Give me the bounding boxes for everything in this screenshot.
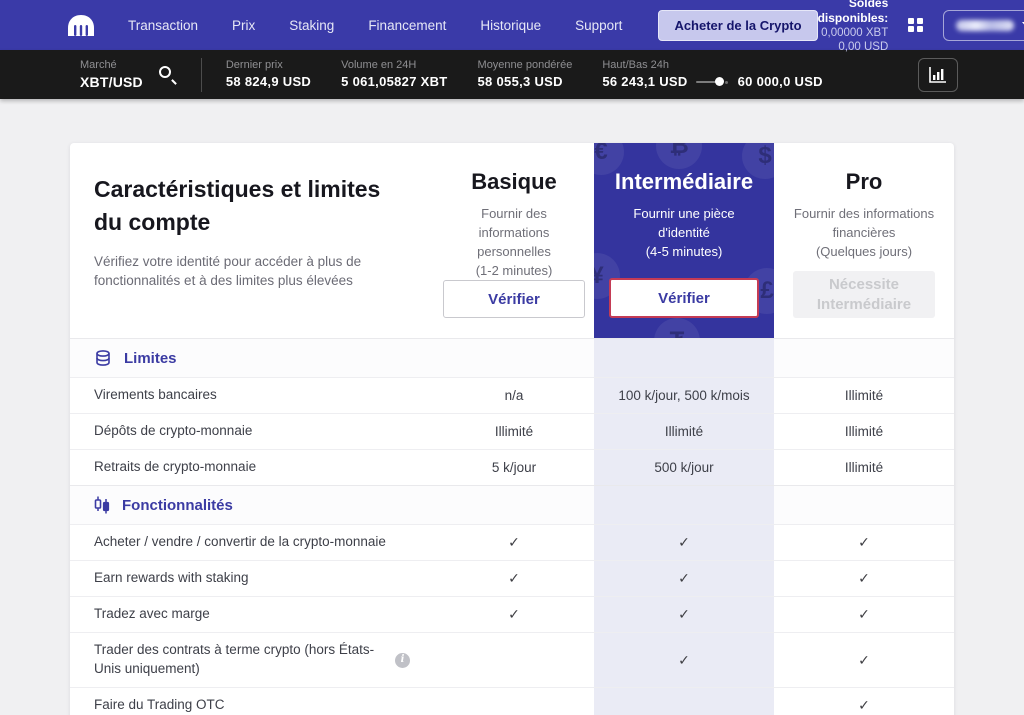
chart-view-button[interactable] bbox=[918, 57, 958, 92]
value-pro: Illimité bbox=[844, 424, 884, 440]
stat-last-price: Dernier prix 58 824,9 USD bbox=[225, 59, 312, 90]
balances-label: Soldes disponibles: bbox=[817, 0, 889, 25]
balance-usd: 0,00 USD bbox=[838, 41, 889, 53]
check-basique: ✓ bbox=[508, 570, 520, 587]
account-tiers-card: Caractéristiques et limites du compte Vé… bbox=[70, 143, 954, 715]
row-label: Acheter / vendre / convertir de la crypt… bbox=[94, 534, 386, 550]
table-row-otc: Faire du Trading OTC ✓ bbox=[70, 687, 954, 715]
market-pair: XBT/USD bbox=[80, 73, 143, 90]
market-ticker-bar: Marché XBT/USD Dernier prix 58 824,9 USD… bbox=[0, 50, 1024, 99]
stat-high-low-24h: Haut/Bas 24h 56 243,1 USD 60 000,0 USD bbox=[602, 59, 823, 90]
available-balances: Soldes disponibles: 0,00000 XBT 0,00 USD bbox=[818, 0, 889, 54]
row-label: Trader des contrats à terme crypto (hors… bbox=[94, 642, 375, 677]
value-intermediaire: 100 k/jour, 500 k/mois bbox=[594, 378, 774, 414]
search-icon[interactable] bbox=[158, 65, 177, 85]
table-row-depots: Dépôts de crypto-monnaie Illimité Illimi… bbox=[70, 413, 954, 450]
value-basique: Illimité bbox=[494, 424, 534, 440]
nav-item-staking[interactable]: Staking bbox=[289, 18, 334, 33]
nav-item-financement[interactable]: Financement bbox=[368, 18, 446, 33]
section-limites: Limites bbox=[70, 338, 954, 378]
check-intermediaire: ✓ bbox=[594, 633, 774, 688]
high-value: 60 000,0 USD bbox=[737, 74, 823, 90]
market-pair-selector[interactable]: Marché XBT/USD bbox=[80, 58, 143, 90]
main-nav: Transaction Prix Staking Financement His… bbox=[128, 18, 622, 33]
page-subtitle: Vérifiez votre identité pour accéder à p… bbox=[94, 253, 362, 289]
top-navigation: Transaction Prix Staking Financement His… bbox=[0, 0, 1024, 53]
page-title: Caractéristiques et limites du compte bbox=[94, 176, 381, 236]
row-label: Retraits de crypto-monnaie bbox=[94, 459, 257, 475]
account-menu-button[interactable] bbox=[942, 9, 1024, 41]
check-pro: ✓ bbox=[858, 651, 870, 668]
nav-item-transaction[interactable]: Transaction bbox=[128, 18, 198, 33]
verify-intermediaire-button[interactable]: Vérifier bbox=[609, 278, 759, 319]
check-intermediaire: ✓ bbox=[594, 597, 774, 633]
row-label: Earn rewards with staking bbox=[94, 570, 249, 586]
page-body: Caractéristiques et limites du compte Vé… bbox=[0, 99, 1024, 715]
tier-basique-name: Basique bbox=[471, 169, 557, 194]
nav-item-historique[interactable]: Historique bbox=[480, 18, 541, 33]
row-label: Dépôts de crypto-monnaie bbox=[94, 423, 253, 439]
check-basique bbox=[434, 633, 594, 687]
tier-pro-name: Pro bbox=[845, 169, 883, 194]
row-label: Virements bancaires bbox=[94, 387, 217, 403]
apps-grid-icon[interactable] bbox=[908, 17, 923, 33]
market-label: Marché bbox=[80, 59, 117, 72]
tier-pro: Pro Fournir des informations financières… bbox=[774, 143, 954, 338]
value-pro: Illimité bbox=[844, 388, 884, 404]
bitcoin-coin-icon: ₿ bbox=[656, 143, 702, 169]
section-title-limites: Limites bbox=[124, 349, 177, 367]
tether-coin-icon: ₮ bbox=[654, 318, 700, 339]
coins-stack-icon bbox=[96, 350, 110, 367]
stat-volume-24h: Volume en 24H 5 061,05827 XBT bbox=[341, 59, 448, 90]
nav-item-support[interactable]: Support bbox=[575, 18, 622, 33]
value-pro: Illimité bbox=[844, 460, 884, 476]
check-intermediaire bbox=[594, 688, 774, 715]
bar-chart-icon bbox=[929, 66, 946, 83]
table-row-virements: Virements bancaires n/a 100 k/jour, 500 … bbox=[70, 377, 954, 414]
check-basique bbox=[434, 688, 594, 715]
check-pro: ✓ bbox=[858, 697, 870, 714]
stat-weighted-average: Moyenne pondérée 58 055,3 USD bbox=[477, 59, 573, 90]
section-title-fonctionnalites: Fonctionnalités bbox=[122, 496, 233, 514]
section-fonctionnalites: Fonctionnalités bbox=[70, 485, 954, 525]
check-pro: ✓ bbox=[858, 570, 870, 587]
divider bbox=[200, 57, 202, 92]
value-intermediaire: Illimité bbox=[594, 414, 774, 450]
tier-basique-desc: Fournir des informations personnelles (1… bbox=[475, 206, 553, 278]
tier-intermediaire: € ₿ $ ¥ £ ₮ Intermédiaire Fournir une pi… bbox=[594, 143, 774, 339]
tier-pro-desc: Fournir des informations financières (Qu… bbox=[793, 206, 935, 259]
table-row-staking: Earn rewards with staking ✓ ✓ ✓ bbox=[70, 560, 954, 597]
check-pro: ✓ bbox=[858, 534, 870, 551]
value-intermediaire: 500 k/jour bbox=[594, 450, 774, 486]
candlestick-icon bbox=[94, 496, 110, 514]
tier-intermediaire-desc: Fournir une pièce d'identité (4-5 minute… bbox=[633, 206, 735, 259]
check-basique: ✓ bbox=[508, 606, 520, 623]
table-row-futures: Trader des contrats à terme crypto (hors… bbox=[70, 632, 954, 688]
verify-basique-button[interactable]: Vérifier bbox=[443, 280, 585, 319]
info-icon[interactable]: i bbox=[395, 652, 410, 668]
value-basique: n/a bbox=[504, 388, 524, 404]
value-basique: 5 k/jour bbox=[491, 460, 537, 476]
check-basique: ✓ bbox=[508, 534, 520, 551]
table-row-retraits: Retraits de crypto-monnaie 5 k/jour 500 … bbox=[70, 449, 954, 486]
check-intermediaire: ✓ bbox=[594, 561, 774, 597]
requires-intermediaire-button: Nécessite Intermédiaire bbox=[793, 271, 935, 319]
row-label: Faire du Trading OTC bbox=[94, 697, 225, 713]
balance-xbt: 0,00000 XBT bbox=[821, 26, 889, 39]
check-intermediaire: ✓ bbox=[594, 525, 774, 561]
tier-basique: Basique Fournir des informations personn… bbox=[434, 143, 594, 338]
price-range-indicator bbox=[695, 77, 730, 87]
tier-intermediaire-name: Intermédiaire bbox=[614, 169, 754, 194]
table-row-marge: Tradez avec marge ✓ ✓ ✓ bbox=[70, 596, 954, 633]
kraken-logo-icon[interactable] bbox=[66, 14, 96, 37]
row-label: Tradez avec marge bbox=[94, 606, 210, 622]
account-name-blurred bbox=[955, 19, 1014, 31]
card-intro: Caractéristiques et limites du compte Vé… bbox=[70, 143, 434, 338]
low-value: 56 243,1 USD bbox=[602, 74, 688, 90]
buy-crypto-button[interactable]: Acheter de la Crypto bbox=[658, 9, 818, 41]
table-row-acheter-vendre: Acheter / vendre / convertir de la crypt… bbox=[70, 524, 954, 561]
nav-item-prix[interactable]: Prix bbox=[232, 18, 255, 33]
check-pro: ✓ bbox=[858, 606, 870, 623]
